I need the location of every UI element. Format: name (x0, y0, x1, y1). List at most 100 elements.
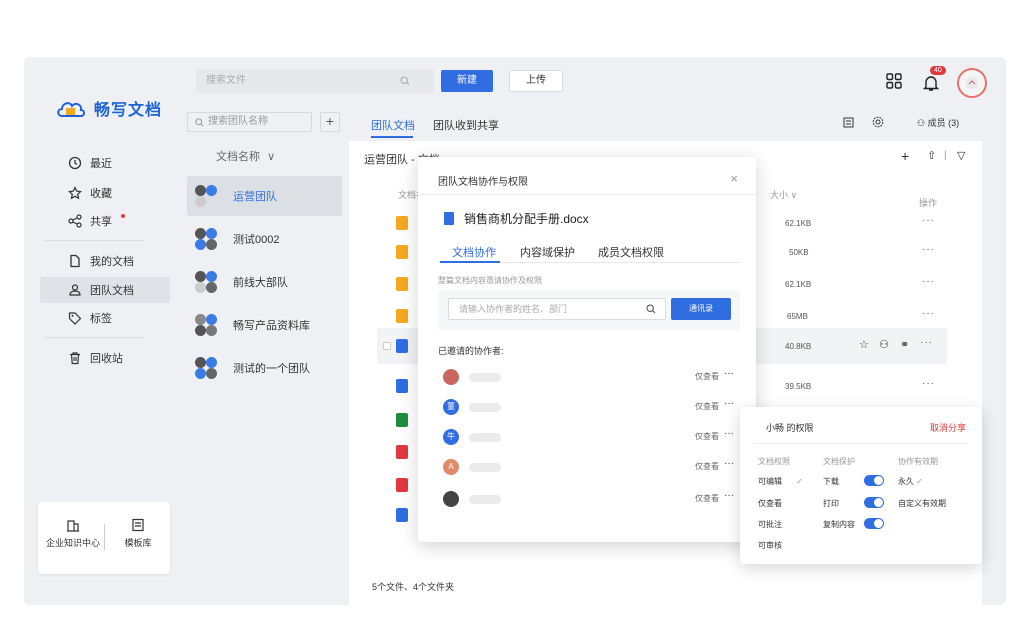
bell-icon (922, 76, 940, 91)
sidebar-item-favorites[interactable]: 收藏 (40, 180, 170, 206)
members-label: 成员 (3) (927, 118, 960, 128)
tab-content-protect[interactable]: 内容域保护 (520, 244, 575, 260)
sidebar-item-label: 回收站 (90, 353, 123, 365)
file-size: 62.1KB (785, 280, 812, 289)
tab-team-docs[interactable]: 团队文档 (371, 117, 415, 133)
permission-label[interactable]: 仅查看 (695, 371, 719, 382)
more-options-icon[interactable]: ··· (922, 378, 935, 389)
sidebar-item-tags[interactable]: 标签 (40, 305, 170, 331)
copy-toggle[interactable] (864, 518, 884, 529)
cancel-share-button[interactable]: 取消分享 (930, 421, 966, 434)
perm-option-label: 可编辑 (758, 477, 782, 486)
sidebar-item-my-docs[interactable]: 我的文档 (40, 248, 170, 274)
star-icon[interactable]: ☆ (859, 338, 869, 351)
permission-label[interactable]: 仅查看 (695, 461, 719, 472)
filter-icon[interactable]: ▽ (957, 149, 965, 162)
top-search-input[interactable]: 搜索文件 (196, 69, 434, 93)
more-options-icon[interactable]: ··· (922, 276, 935, 287)
team-item[interactable]: 测试的一个团队 (187, 348, 342, 388)
notifications-button[interactable]: 40 (922, 66, 946, 91)
more-options-icon[interactable]: ··· (922, 215, 935, 226)
link-icon[interactable]: ⚭ (900, 338, 909, 351)
check-icon: ✓ (796, 477, 803, 486)
divider (104, 524, 105, 550)
tab-member-perms[interactable]: 成员文档权限 (598, 244, 664, 260)
more-options-icon[interactable]: ··· (922, 308, 935, 319)
more-options-icon[interactable]: ··· (920, 337, 933, 348)
permission-label[interactable]: 仅查看 (695, 493, 719, 504)
row-checkbox[interactable] (383, 342, 391, 350)
divider (754, 443, 968, 444)
tab-doc-collab[interactable]: 文档协作 (452, 244, 496, 260)
more-options-icon[interactable]: ··· (724, 398, 734, 409)
validity-permanent[interactable]: 永久 ✓ (898, 476, 923, 487)
template-library-button[interactable]: 模板库 (110, 518, 166, 549)
more-options-icon[interactable]: ··· (724, 368, 734, 379)
add-team-button[interactable]: + (320, 112, 340, 132)
team-avatar (193, 355, 219, 381)
team-item[interactable]: 测试0002 (187, 219, 342, 259)
team-item[interactable]: 运营团队 (187, 176, 342, 216)
new-button[interactable]: 新建 (441, 70, 493, 92)
collaborators-icon[interactable]: ⚇ (879, 338, 889, 351)
team-item[interactable]: 畅写产品资料库 (187, 305, 342, 345)
more-options-icon[interactable]: ··· (724, 458, 734, 469)
protect-download-label: 下载 (823, 477, 839, 486)
folder-icon (396, 216, 408, 230)
sidebar-item-trash[interactable]: 回收站 (40, 345, 170, 371)
more-options-icon[interactable]: ··· (724, 490, 734, 501)
word-file-icon (396, 339, 408, 353)
name-placeholder (469, 403, 501, 412)
upload-button[interactable]: 上传 (509, 70, 563, 92)
team-sort-header[interactable]: 文档名称 ∨ (216, 148, 275, 164)
sidebar-item-recent[interactable]: 最近 (40, 150, 170, 176)
check-icon: ✓ (916, 477, 923, 486)
contacts-button[interactable]: 通讯录 (671, 298, 731, 320)
validity-custom[interactable]: 自定义有效期 (898, 498, 946, 509)
col-validity-header: 协作有效期 (898, 457, 938, 466)
more-options-icon[interactable]: ··· (724, 428, 734, 439)
upload-icon[interactable]: ⇧ (927, 149, 936, 162)
close-icon[interactable]: × (730, 171, 738, 186)
invite-placeholder: 请输入协作者的姓名、部门 (459, 304, 568, 314)
file-size: 40.8KB (785, 342, 812, 351)
dialog-file: 销售商机分配手册.docx (444, 210, 589, 227)
sidebar-item-label: 标签 (90, 313, 112, 325)
print-toggle[interactable] (864, 497, 884, 508)
sidebar-item-shared[interactable]: 共享 (40, 208, 170, 234)
add-icon[interactable]: + (901, 148, 909, 164)
perm-option-edit[interactable]: 可编辑 ✓ (758, 476, 803, 487)
file-size: 62.1KB (785, 219, 812, 228)
team-name: 畅写产品资料库 (233, 320, 310, 332)
perm-option-review[interactable]: 可审核 (758, 540, 782, 551)
team-item[interactable]: 前线大部队 (187, 262, 342, 302)
more-options-icon[interactable]: ··· (922, 244, 935, 255)
logo-text: 畅写文档 (94, 102, 163, 119)
permission-label[interactable]: 仅查看 (695, 431, 719, 442)
name-placeholder (469, 495, 501, 504)
settings-icon[interactable] (872, 116, 884, 128)
user-avatar[interactable] (957, 68, 987, 98)
members-button[interactable]: ⚇ 成员 (3) (917, 116, 959, 129)
col-size-header[interactable]: 大小 ∨ (770, 188, 797, 201)
sidebar-item-team-docs[interactable]: 团队文档 (40, 277, 170, 303)
name-placeholder (469, 463, 501, 472)
team-search-input[interactable]: 搜索团队名称 (187, 112, 312, 132)
calculator-icon[interactable] (843, 117, 854, 128)
apps-grid-icon[interactable] (886, 73, 902, 89)
document-icon (70, 254, 80, 268)
search-icon (646, 304, 656, 314)
knowledge-center-button[interactable]: 企业知识中心 (44, 518, 102, 549)
active-tab-indicator (440, 261, 500, 263)
team-avatar (193, 312, 219, 338)
permission-label[interactable]: 仅查看 (695, 401, 719, 412)
perm-option-view[interactable]: 仅查看 (758, 498, 782, 509)
collaborator-row: 仅查看 ··· (443, 367, 734, 387)
download-toggle[interactable] (864, 475, 884, 486)
team-icon: ⚇ (917, 118, 926, 128)
perm-option-comment[interactable]: 可批注 (758, 519, 782, 530)
tab-team-received[interactable]: 团队收到共享 (433, 117, 499, 133)
collaborator-search-input[interactable]: 请输入协作者的姓名、部门 (448, 298, 666, 320)
excel-file-icon (396, 413, 408, 427)
permission-popup: 小畅 的权限 取消分享 文档权限 文档保护 协作有效期 可编辑 ✓ 仅查看 可批… (740, 407, 982, 564)
